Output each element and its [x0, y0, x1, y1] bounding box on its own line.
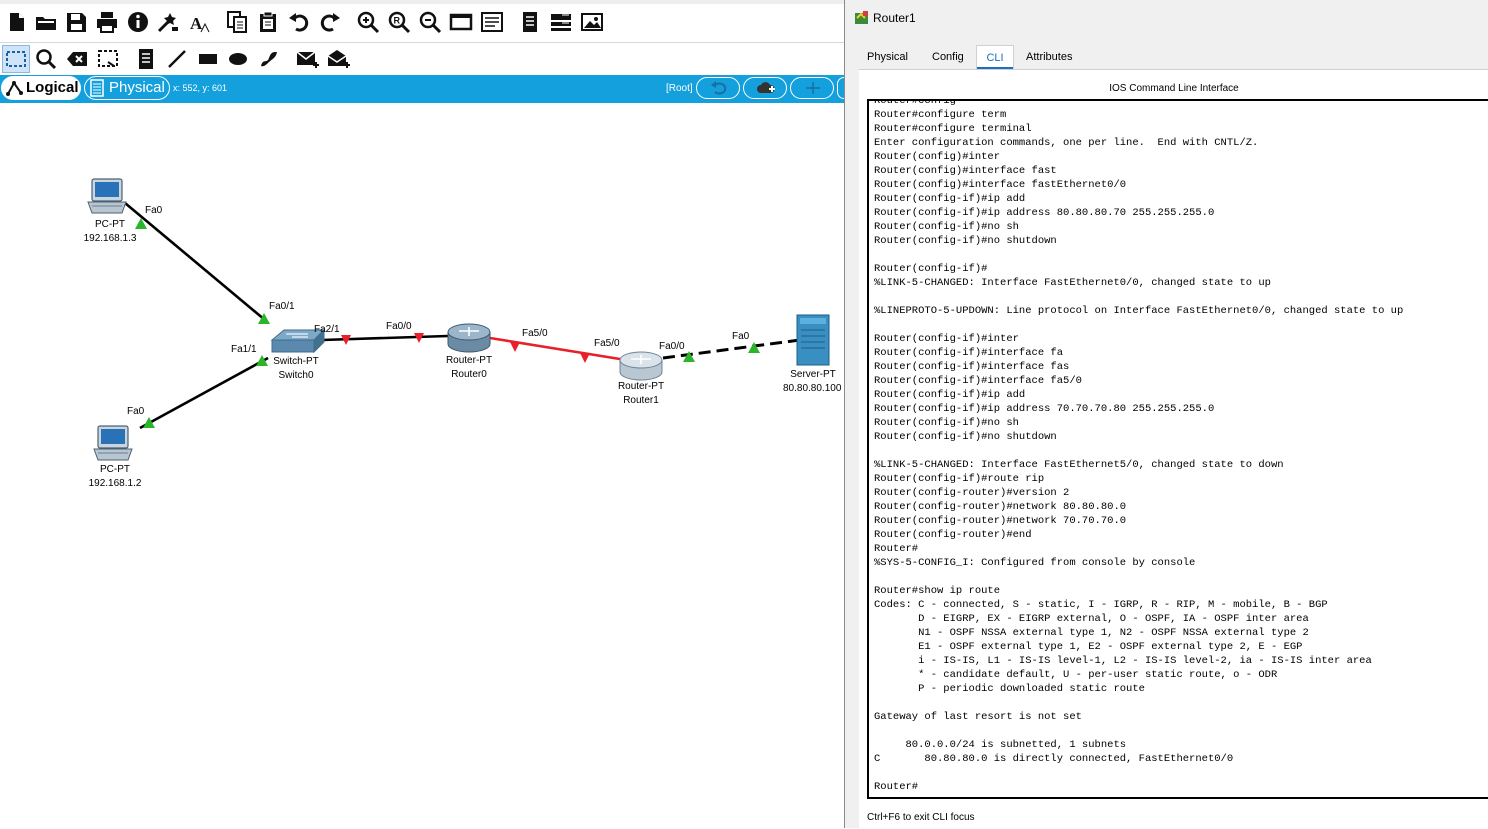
cli-output: Router#config Router#configure term Rout… [874, 99, 1404, 793]
server-pt-device[interactable] [796, 314, 830, 366]
workspace-mode-bar: Logical Physical x: 552, y: 601 [Root] [0, 75, 851, 103]
logical-icon [6, 81, 23, 96]
port-label: Fa5/0 [594, 338, 620, 349]
port-label: Fa0 [145, 205, 163, 216]
pc1-type-label: PC-PT [95, 219, 125, 230]
cable-pc2-switch[interactable] [139, 356, 269, 430]
picture-icon[interactable] [579, 9, 605, 35]
pc-pt-device-1[interactable] [87, 178, 127, 214]
zoom-in-icon[interactable] [355, 9, 381, 35]
port-label: Fa0/0 [659, 341, 685, 352]
tools-toolbar [0, 42, 844, 76]
add-complex-pdu-icon[interactable] [325, 46, 351, 72]
back-button[interactable] [696, 77, 740, 99]
link-down-indicator [510, 342, 520, 352]
activity-wizard-icon[interactable] [155, 9, 181, 35]
info-icon[interactable] [125, 9, 151, 35]
topology-canvas: PC-PT 192.168.1.3 PC-PT 192.168.1.2 Swit… [84, 178, 842, 489]
logical-workspace[interactable]: PC-PT 192.168.1.3 PC-PT 192.168.1.2 Swit… [0, 103, 844, 828]
select-icon[interactable] [2, 45, 30, 73]
router0-name-label: Router0 [451, 369, 487, 380]
pc2-type-label: PC-PT [100, 464, 130, 475]
drawing-palette-icon[interactable] [448, 9, 474, 35]
undo-icon[interactable] [286, 9, 312, 35]
paste-icon[interactable] [255, 9, 281, 35]
viewport-icon[interactable] [548, 9, 574, 35]
window-title: Router1 [873, 11, 916, 25]
move-icon [806, 82, 820, 94]
router1-name-label: Router1 [623, 395, 659, 406]
font-icon[interactable]: A [186, 9, 212, 35]
router-window-icon [855, 11, 868, 24]
port-label: Fa2/1 [314, 324, 340, 335]
port-label: Fa1/1 [231, 344, 257, 355]
freeform-icon[interactable] [256, 46, 282, 72]
viewport-navigation-button[interactable] [790, 77, 834, 99]
server-ip-label: 80.80.80.100 [783, 383, 842, 394]
zoom-reset-icon[interactable]: R [386, 9, 412, 35]
port-label: Fa0 [127, 406, 145, 417]
server-type-label: Server-PT [790, 369, 836, 380]
svg-text:A: A [190, 14, 203, 33]
open-folder-icon[interactable] [33, 9, 59, 35]
port-label: Fa0/1 [269, 301, 295, 312]
rectangle-icon[interactable] [195, 46, 221, 72]
copy-icon[interactable] [224, 9, 250, 35]
custom-device-icon[interactable] [479, 9, 505, 35]
switch-name-label: Switch0 [278, 370, 313, 381]
cli-heading: IOS Command Line Interface [1109, 83, 1239, 94]
logical-mode-button[interactable]: Logical [1, 76, 81, 100]
physical-mode-button[interactable]: Physical [84, 76, 170, 100]
switch-type-label: Switch-PT [273, 356, 319, 367]
physical-mode-label: Physical [109, 79, 165, 96]
ellipse-icon[interactable] [225, 46, 251, 72]
port-label: Fa0/0 [386, 321, 412, 332]
main-toolbar: A R [0, 0, 844, 42]
delete-icon[interactable] [64, 46, 90, 72]
cluster-button[interactable] [743, 77, 787, 99]
root-label[interactable]: [Root] [666, 83, 693, 94]
zoom-out-icon[interactable] [417, 9, 443, 35]
cloud-icon [757, 82, 775, 93]
router-pt-device-0[interactable] [447, 323, 491, 353]
pc-pt-device-2[interactable] [93, 425, 133, 461]
router1-type-label: Router-PT [618, 381, 664, 392]
inspect-icon[interactable] [33, 46, 59, 72]
add-simple-pdu-icon[interactable] [294, 46, 320, 72]
svg-text:R: R [394, 16, 401, 26]
link-down-indicator [580, 353, 590, 363]
cursor-coordinates: x: 552, y: 601 [173, 83, 228, 93]
note-icon[interactable] [133, 46, 159, 72]
port-label: Fa5/0 [522, 328, 548, 339]
new-file-icon[interactable] [3, 9, 29, 35]
link-up-indicator [143, 417, 155, 428]
line-icon[interactable] [164, 46, 190, 72]
link-up-indicator [256, 355, 268, 366]
back-arrow-icon [711, 81, 727, 95]
physical-rack-icon [90, 79, 104, 97]
cli-terminal[interactable]: Router#config Router#configure term Rout… [867, 99, 1488, 799]
save-icon[interactable] [63, 9, 89, 35]
router-pt-device-1[interactable] [619, 351, 663, 381]
router0-type-label: Router-PT [446, 355, 492, 366]
logical-mode-label: Logical [26, 79, 79, 96]
port-label: Fa0 [732, 331, 750, 342]
tab-config[interactable]: Config [924, 45, 972, 69]
cli-exit-hint: Ctrl+F6 to exit CLI focus [867, 812, 975, 823]
link-up-indicator [748, 342, 760, 353]
cable-switch-router0[interactable] [321, 334, 449, 342]
tab-physical[interactable]: Physical [859, 45, 916, 69]
tab-cli[interactable]: CLI [976, 45, 1014, 69]
resize-icon[interactable] [95, 46, 121, 72]
cable-pc1-switch[interactable] [124, 202, 266, 321]
pc2-ip-label: 192.168.1.2 [89, 478, 142, 489]
print-icon[interactable] [94, 9, 120, 35]
router-config-window: Router1 Physical Config CLI Attributes I… [844, 0, 1488, 829]
redo-icon[interactable] [317, 9, 343, 35]
pc1-ip-label: 192.168.1.3 [84, 233, 137, 244]
notes-icon[interactable] [517, 9, 543, 35]
tab-attributes[interactable]: Attributes [1018, 45, 1080, 69]
